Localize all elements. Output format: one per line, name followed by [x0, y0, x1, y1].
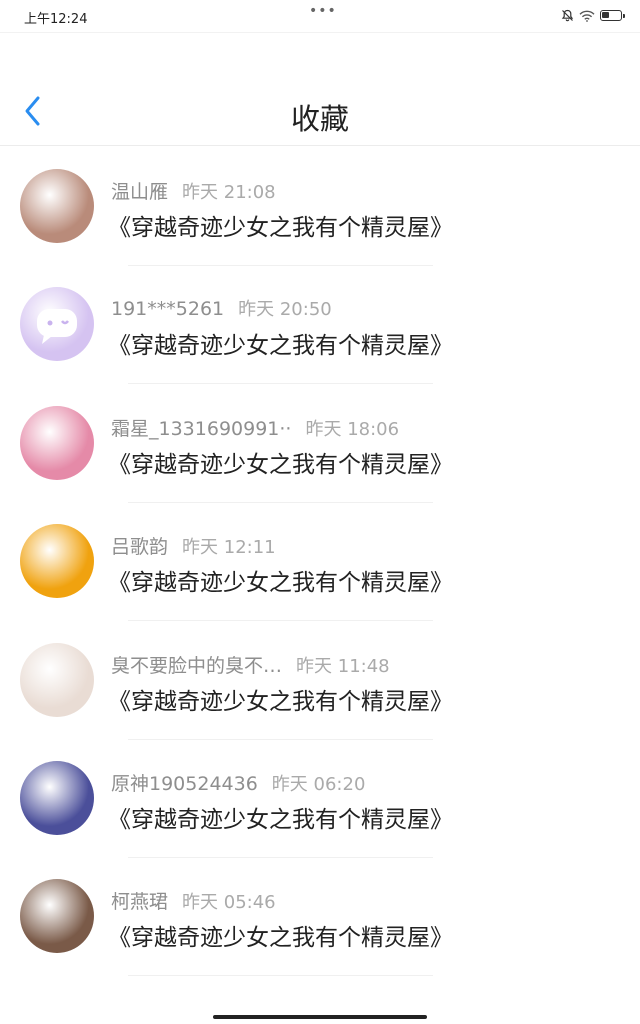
row-meta: 温山雁 昨天 21:08 — [111, 177, 276, 204]
mute-bell-icon — [561, 9, 574, 22]
chat-bubble-icon — [37, 309, 77, 345]
favorite-row[interactable]: 原神190524436 昨天 06:20 《穿越奇迹少女之我有个精灵屋》 — [0, 740, 640, 858]
favorite-row[interactable]: 霜星_1331690991·· 昨天 18:06 《穿越奇迹少女之我有个精灵屋》 — [0, 385, 640, 503]
user-avatar[interactable] — [20, 405, 94, 480]
timestamp: 昨天 21:08 — [182, 182, 276, 203]
row-meta: 霜星_1331690991·· 昨天 18:06 — [111, 414, 399, 441]
username[interactable]: 吕歌韵 — [111, 536, 168, 558]
username[interactable]: 柯燕珺 — [111, 891, 168, 913]
timestamp: 昨天 20:50 — [238, 299, 332, 321]
timestamp: 昨天 05:46 — [182, 892, 276, 914]
favorites-list: 温山雁 昨天 21:08 《穿越奇迹少女之我有个精灵屋》 191***5261 昨天 2… — [0, 148, 640, 977]
timestamp: 昨天 18:06 — [305, 418, 400, 440]
battery-icon — [600, 10, 625, 21]
user-avatar[interactable] — [20, 642, 94, 717]
status-bar: 上午12:24 ••• — [0, 0, 640, 32]
wifi-icon — [579, 10, 595, 22]
username[interactable]: 191***5261 — [111, 298, 224, 320]
timestamp: 昨天 06:20 — [271, 773, 366, 795]
user-avatar[interactable] — [20, 287, 94, 362]
favorite-row[interactable]: 吕歌韵 昨天 12:11 《穿越奇迹少女之我有个精灵屋》 — [0, 503, 640, 622]
status-time: 上午12:24 — [24, 12, 88, 27]
more-dots-icon: ••• — [309, 3, 337, 19]
username[interactable]: 霜星_1331690991·· — [111, 418, 291, 440]
timestamp: 昨天 12:11 — [182, 537, 276, 559]
battery-fill — [602, 12, 609, 18]
book-title[interactable]: 《穿越奇迹少女之我有个精灵屋》 — [108, 918, 453, 952]
user-avatar[interactable] — [20, 879, 94, 954]
user-avatar[interactable] — [20, 760, 94, 835]
user-avatar[interactable] — [20, 169, 94, 243]
status-icons — [561, 9, 625, 22]
favorite-row[interactable]: 臭不要脸中的臭不… 昨天 11:48 《穿越奇迹少女之我有个精灵屋》 — [0, 622, 640, 740]
username[interactable]: 臭不要脸中的臭不… — [111, 655, 282, 677]
user-avatar[interactable] — [20, 524, 94, 599]
book-title[interactable]: 《穿越奇迹少女之我有个精灵屋》 — [108, 563, 453, 597]
home-indicator[interactable] — [213, 1015, 427, 1019]
username[interactable]: 温山雁 — [111, 181, 168, 203]
favorite-row[interactable]: 温山雁 昨天 21:08 《穿越奇迹少女之我有个精灵屋》 — [0, 148, 640, 266]
header: 收藏 — [0, 32, 640, 146]
book-title[interactable]: 《穿越奇迹少女之我有个精灵屋》 — [108, 800, 453, 834]
book-title[interactable]: 《穿越奇迹少女之我有个精灵屋》 — [108, 682, 453, 716]
timestamp: 昨天 11:48 — [296, 655, 390, 677]
row-meta: 柯燕珺 昨天 05:46 — [111, 887, 276, 914]
book-title[interactable]: 《穿越奇迹少女之我有个精灵屋》 — [108, 445, 453, 479]
row-meta: 原神190524436 昨天 06:20 — [111, 769, 365, 796]
book-title[interactable]: 《穿越奇迹少女之我有个精灵屋》 — [108, 208, 453, 242]
row-divider — [128, 975, 433, 977]
username[interactable]: 原神190524436 — [111, 773, 258, 795]
book-title[interactable]: 《穿越奇迹少女之我有个精灵屋》 — [108, 326, 453, 360]
page-title: 收藏 — [290, 102, 349, 136]
favorite-row[interactable]: 柯燕珺 昨天 05:46 《穿越奇迹少女之我有个精灵屋》 — [0, 858, 640, 977]
favorite-row[interactable]: 191***5261 昨天 20:50 《穿越奇迹少女之我有个精灵屋》 — [0, 266, 640, 385]
row-meta: 臭不要脸中的臭不… 昨天 11:48 — [111, 651, 390, 678]
row-meta: 191***5261 昨天 20:50 — [111, 295, 332, 321]
row-meta: 吕歌韵 昨天 12:11 — [111, 532, 276, 559]
